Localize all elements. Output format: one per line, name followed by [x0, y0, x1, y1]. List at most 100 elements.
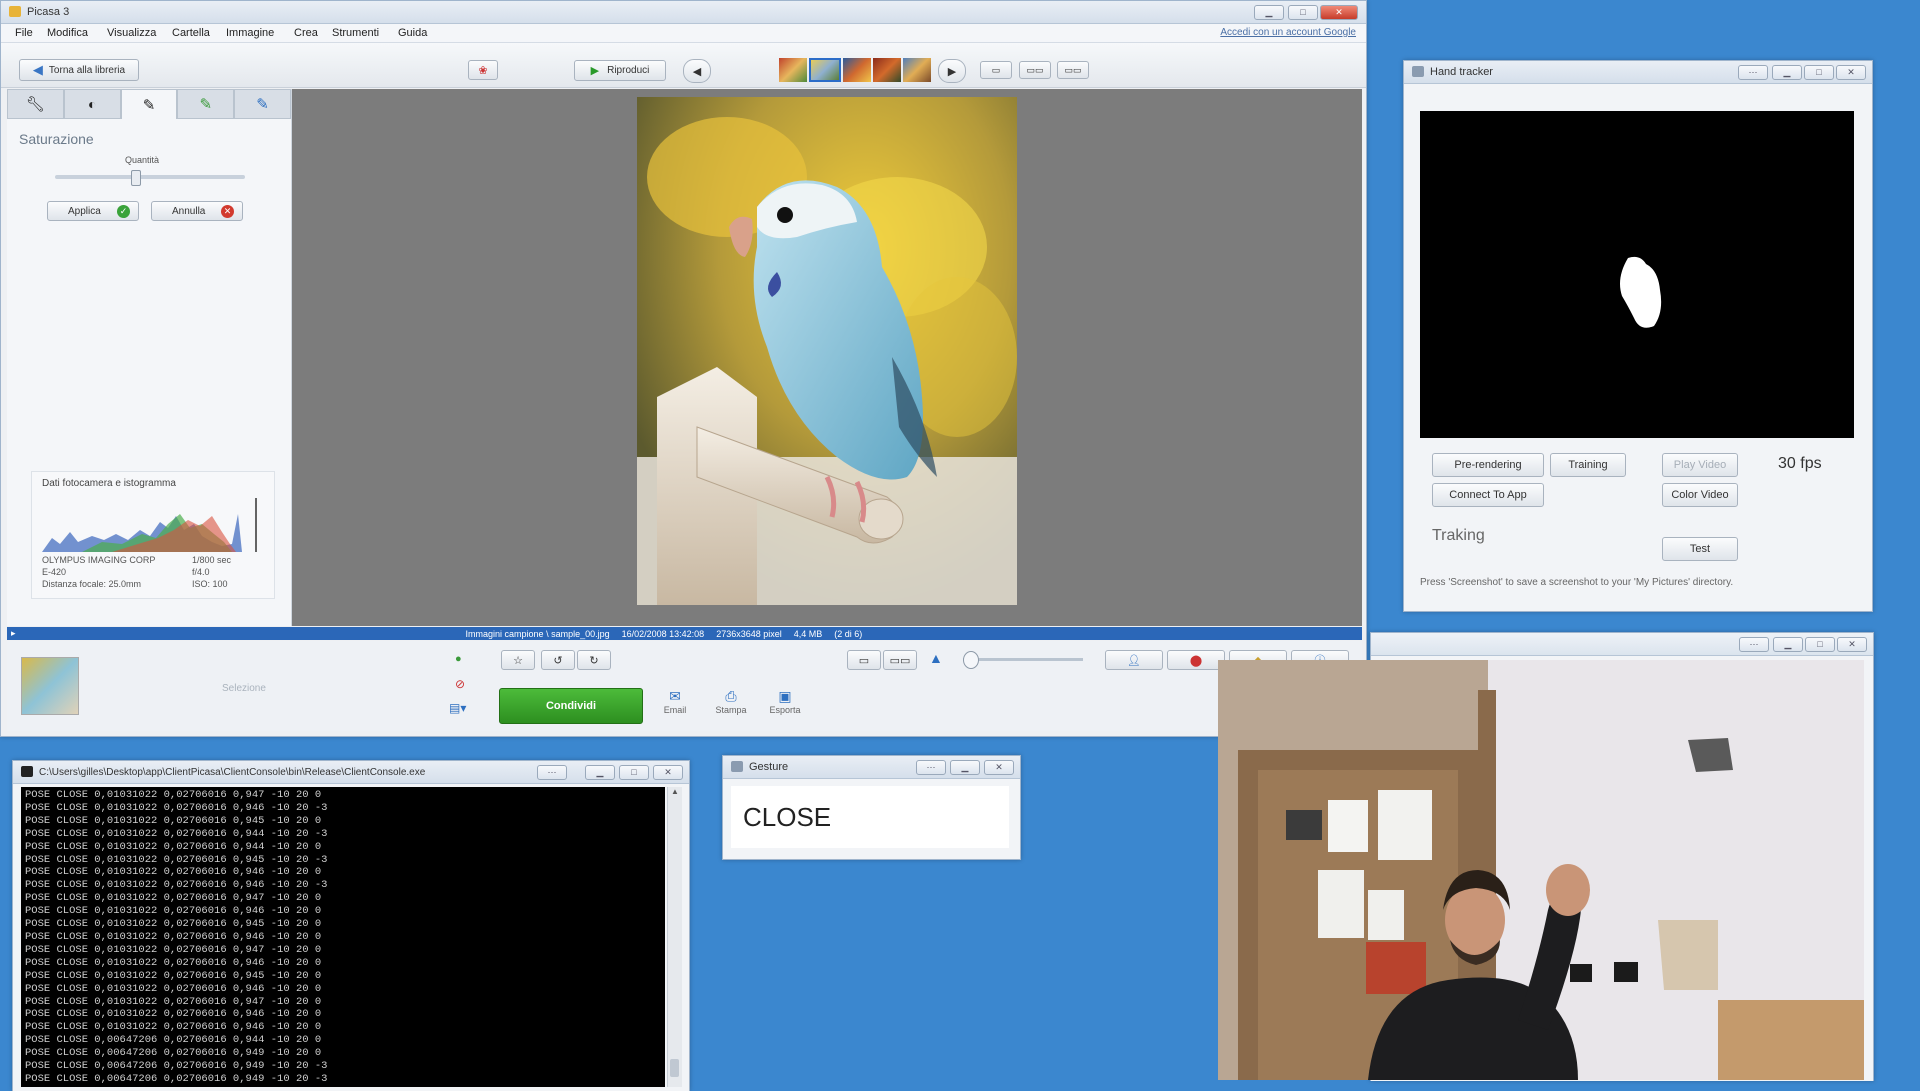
- close-button[interactable]: ✕: [1320, 5, 1358, 20]
- minimize-button[interactable]: ▁: [1254, 5, 1284, 20]
- thumbnail[interactable]: [873, 58, 901, 82]
- tray-hold-icon[interactable]: ●: [455, 653, 462, 665]
- export-action[interactable]: ▣ Esporta: [763, 688, 807, 715]
- print-label: Stampa: [715, 705, 747, 715]
- menu-strumenti[interactable]: Strumenti: [332, 27, 379, 39]
- parakeet-photo[interactable]: [637, 97, 1017, 605]
- tray-thumbnail[interactable]: [21, 657, 79, 715]
- email-action[interactable]: ✉ Email: [658, 688, 692, 715]
- view-compare-button[interactable]: ▭▭: [1019, 61, 1051, 79]
- ht-maximize-button[interactable]: □: [1804, 65, 1834, 80]
- cam-maximize-button[interactable]: □: [1805, 637, 1835, 652]
- rotate-right-button[interactable]: ↻: [577, 650, 611, 670]
- view-toggle-button[interactable]: ▭: [847, 650, 881, 670]
- thumbnail[interactable]: [903, 58, 931, 82]
- console-app-icon: [21, 766, 33, 777]
- color-video-button[interactable]: Color Video: [1662, 483, 1738, 507]
- camera-info-box: Dati fotocamera e istogramma OLYMPUS IMA…: [31, 471, 275, 599]
- webcam-feed: [1218, 660, 1864, 1080]
- console-minimize-button[interactable]: ▁: [585, 765, 615, 780]
- photo-canvas: [292, 89, 1362, 626]
- menu-guida[interactable]: Guida: [398, 27, 427, 39]
- training-button[interactable]: Training: [1550, 453, 1626, 477]
- rotate-left-icon: ↺: [553, 654, 563, 667]
- camera-shutter: 1/800 sec: [192, 555, 232, 565]
- previous-photo-button[interactable]: ◀: [683, 59, 711, 83]
- console-line: POSE CLOSE 0,01031022 0,02706016 0,947 -…: [25, 943, 322, 956]
- share-button[interactable]: Condividi: [499, 688, 643, 724]
- gesture-minimize-button[interactable]: ▁: [950, 760, 980, 775]
- next-photo-button[interactable]: ▶: [938, 59, 966, 83]
- tray-clear-icon[interactable]: ⊘: [455, 677, 465, 691]
- thumbnail[interactable]: [843, 58, 871, 82]
- tray-add-icon[interactable]: ▤▾: [449, 701, 466, 715]
- tab-tuning[interactable]: ◐: [63, 89, 121, 119]
- rotate-left-button[interactable]: ↺: [541, 650, 575, 670]
- scroll-up-arrow-icon[interactable]: ▲: [668, 787, 682, 796]
- slider-handle[interactable]: [130, 170, 141, 186]
- people-button[interactable]: 👤︎: [1105, 650, 1163, 670]
- status-toggle-icon[interactable]: ▸: [11, 628, 16, 639]
- places-button[interactable]: ⬤: [1167, 650, 1225, 670]
- status-dimensions: 2736x3648 pixel: [716, 628, 782, 639]
- view-toggle-button-2[interactable]: ▭▭: [883, 650, 917, 670]
- tab-effects-3[interactable]: ✎: [234, 89, 291, 119]
- console-line: POSE CLOSE 0,01031022 0,02706016 0,946 -…: [25, 930, 322, 943]
- quantity-slider[interactable]: [55, 170, 245, 186]
- cam-help-button[interactable]: ⋯: [1739, 637, 1769, 652]
- rotate-right-icon: ↻: [589, 654, 599, 667]
- play-video-button[interactable]: Play Video: [1662, 453, 1738, 477]
- cancel-button[interactable]: Annulla ✕: [151, 201, 243, 221]
- menu-immagine[interactable]: Immagine: [226, 27, 274, 39]
- console-scrollbar[interactable]: ▲: [667, 787, 682, 1087]
- back-to-library-button[interactable]: ◀ Torna alla libreria: [19, 59, 139, 81]
- cam-minimize-button[interactable]: ▁: [1773, 637, 1803, 652]
- printer-icon: ⎙: [725, 688, 737, 704]
- tab-effects[interactable]: ✎: [120, 89, 178, 119]
- console-line: POSE CLOSE 0,01031022 0,02706016 0,947 -…: [25, 789, 322, 801]
- test-label: Test: [1689, 543, 1711, 555]
- scrollbar-thumb[interactable]: [670, 1059, 679, 1077]
- collage-icon-button[interactable]: ❀: [468, 60, 498, 80]
- menu-modifica[interactable]: Modifica: [47, 27, 88, 39]
- view-grid-button[interactable]: ▭▭: [1057, 61, 1089, 79]
- thumbnail[interactable]: [809, 58, 841, 82]
- menu-cartella[interactable]: Cartella: [172, 27, 210, 39]
- view-single-button[interactable]: ▭: [980, 61, 1012, 79]
- connect-to-app-button[interactable]: Connect To App: [1432, 483, 1544, 507]
- print-action[interactable]: ⎙ Stampa: [709, 688, 753, 715]
- ht-minimize-button[interactable]: ▁: [1772, 65, 1802, 80]
- tab-effects-2[interactable]: ✎: [177, 89, 235, 119]
- zoom-slider[interactable]: [963, 651, 1083, 669]
- console-lines: POSE CLOSE 0,01031022 0,02706016 0,947 -…: [25, 789, 661, 1086]
- google-account-link[interactable]: Accedi con un account Google: [1220, 27, 1356, 38]
- hand-tracker-app-icon: [1412, 66, 1424, 77]
- ht-close-button[interactable]: ✕: [1836, 65, 1866, 80]
- apply-button[interactable]: Applica ✓: [47, 201, 139, 221]
- gesture-close-button[interactable]: ✕: [984, 760, 1014, 775]
- maximize-button[interactable]: □: [1288, 5, 1318, 20]
- console-line: POSE CLOSE 0,01031022 0,02706016 0,946 -…: [25, 905, 322, 918]
- console-help-button[interactable]: ⋯: [537, 765, 567, 780]
- thumbnail[interactable]: [779, 58, 807, 82]
- console-close-button[interactable]: ✕: [653, 765, 683, 780]
- menu-visualizza[interactable]: Visualizza: [107, 27, 156, 39]
- picasa-titlebar: Picasa 3 ▁ □ ✕: [1, 1, 1366, 24]
- console-line: POSE CLOSE 0,01031022 0,02706016 0,945 -…: [25, 969, 322, 982]
- menu-crea[interactable]: Crea: [294, 27, 318, 39]
- gesture-help-button[interactable]: ⋯: [916, 760, 946, 775]
- zoom-slider-handle[interactable]: [963, 651, 979, 669]
- console-maximize-button[interactable]: □: [619, 765, 649, 780]
- menu-file[interactable]: File: [15, 27, 33, 39]
- cam-close-button[interactable]: ✕: [1837, 637, 1867, 652]
- star-button[interactable]: ☆: [501, 650, 535, 670]
- test-button[interactable]: Test: [1662, 537, 1738, 561]
- console-line: POSE CLOSE 0,01031022 0,02706016 0,946 -…: [25, 1021, 322, 1034]
- play-slideshow-button[interactable]: ▶ Riproduci: [574, 60, 666, 81]
- ht-help-button[interactable]: ⋯: [1738, 65, 1768, 80]
- tab-basic-fixes[interactable]: 🔧︎: [7, 89, 64, 119]
- picasa-window: Picasa 3 ▁ □ ✕ File Modifica Visualizza …: [0, 0, 1367, 737]
- back-arrow-icon: ◀: [32, 62, 43, 77]
- console-line: POSE CLOSE 0,01031022 0,02706016 0,945 -…: [25, 853, 328, 866]
- prerendering-button[interactable]: Pre-rendering: [1432, 453, 1544, 477]
